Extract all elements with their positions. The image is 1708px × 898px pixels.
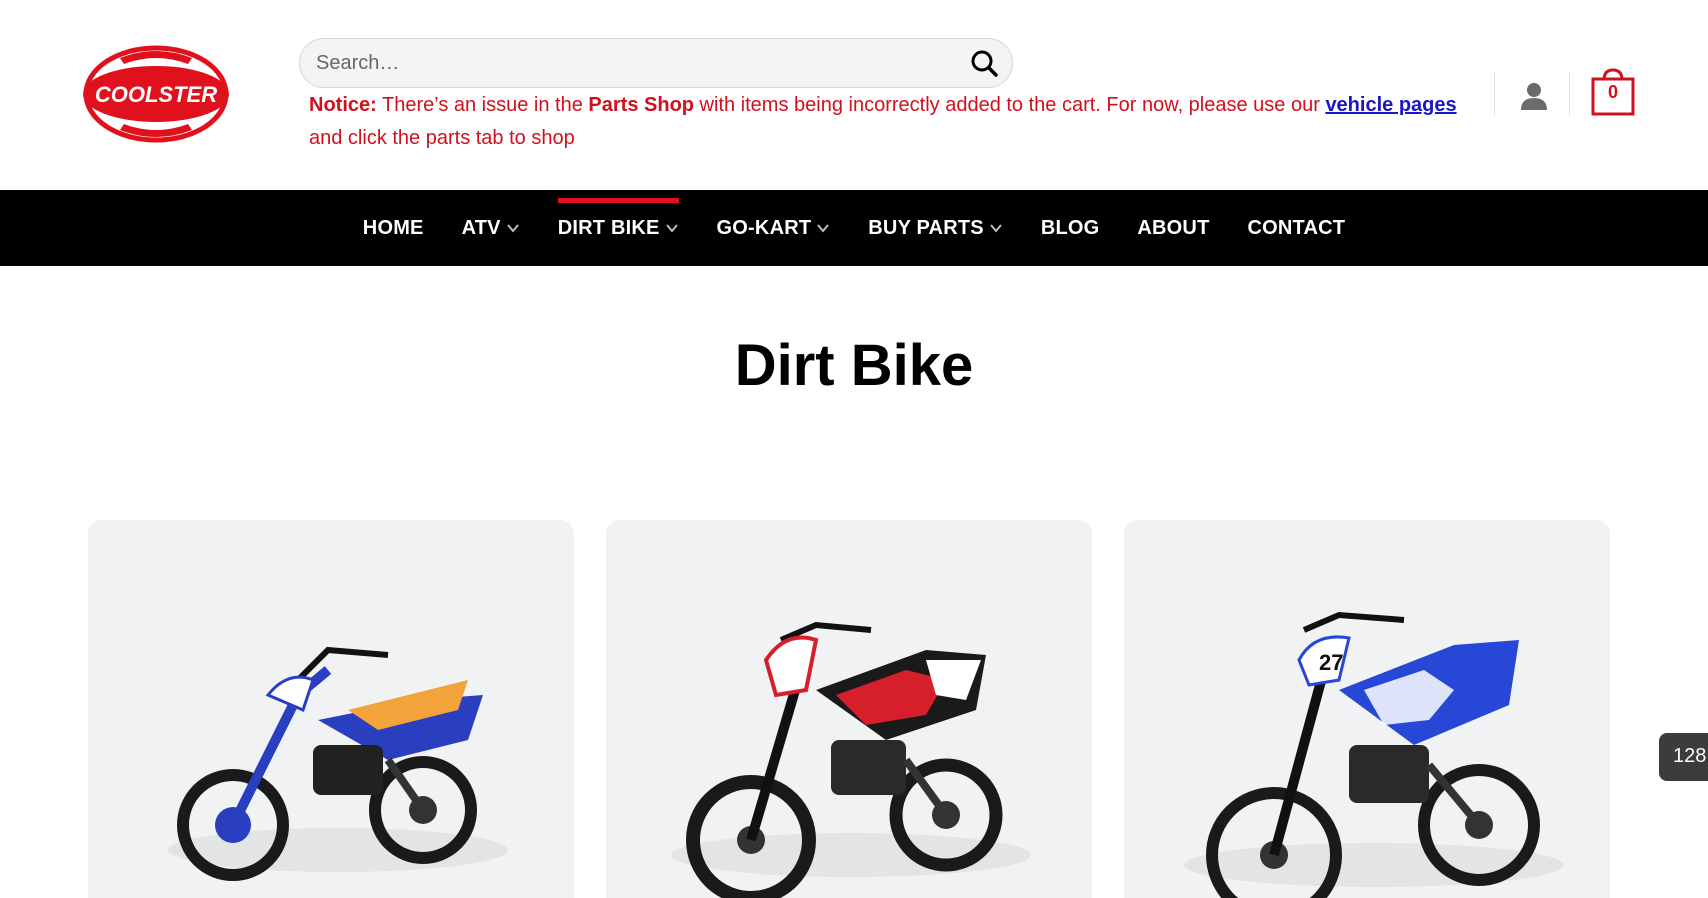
search-icon[interactable] xyxy=(968,47,1000,79)
chevron-down-icon xyxy=(665,224,678,233)
product-grid: 27 xyxy=(88,520,1610,898)
notice-label: Notice: xyxy=(309,94,377,116)
product-card[interactable] xyxy=(88,520,574,898)
coolster-logo[interactable]: COOLSTER xyxy=(80,40,232,148)
svg-text:COOLSTER: COOLSTER xyxy=(95,82,217,107)
nav-item-dirt-bike[interactable]: DIRT BIKE xyxy=(539,190,698,266)
nav-item-label: CONTACT xyxy=(1247,216,1346,239)
nav-item-go-kart[interactable]: GO-KART xyxy=(698,190,850,266)
nav-item-atv[interactable]: ATV xyxy=(443,190,539,266)
search-bar xyxy=(299,38,1013,88)
nav-item-label: BLOG xyxy=(1040,216,1100,239)
nav-item-home[interactable]: HOME xyxy=(344,190,443,266)
cart-button[interactable]: 0 xyxy=(1591,66,1635,116)
nav-item-label: BUY PARTS xyxy=(868,216,984,239)
svg-text:27: 27 xyxy=(1319,650,1343,675)
nav-item-label: DIRT BIKE xyxy=(557,216,660,239)
nav-item-label: HOME xyxy=(362,216,424,239)
chevron-down-icon xyxy=(990,224,1002,233)
side-tab[interactable]: 128 xyxy=(1659,733,1708,781)
notice-text-2: with items being incorrectly added to th… xyxy=(694,94,1326,116)
nav-item-blog[interactable]: BLOG xyxy=(1022,190,1119,266)
main-nav: HOME ATV DIRT BIKE GO-KART BUY PARTS BLO… xyxy=(0,190,1708,266)
user-icon[interactable] xyxy=(1518,80,1550,112)
page-title: Dirt Bike xyxy=(734,333,974,398)
product-card[interactable]: 27 xyxy=(1124,520,1610,898)
nav-item-about[interactable]: ABOUT xyxy=(1118,190,1228,266)
site-header: COOLSTER Notice: There’s an issue in the… xyxy=(0,0,1708,190)
notice-text-3: and click the parts tab to shop xyxy=(309,127,575,149)
nav-list: HOME ATV DIRT BIKE GO-KART BUY PARTS BLO… xyxy=(0,190,1708,266)
header-divider xyxy=(1494,72,1495,116)
vehicle-pages-link[interactable]: vehicle pages xyxy=(1325,94,1456,116)
nav-item-label: GO-KART xyxy=(716,216,812,239)
chevron-down-icon xyxy=(506,224,519,233)
notice-shop-name: Parts Shop xyxy=(588,94,694,116)
header-divider xyxy=(1569,72,1570,116)
notice-text-1: There’s an issue in the xyxy=(376,94,589,116)
product-image xyxy=(168,646,508,881)
nav-item-label: ABOUT xyxy=(1137,216,1210,239)
nav-item-label: ATV xyxy=(461,216,501,239)
search-input[interactable] xyxy=(316,39,936,87)
nav-item-contact[interactable]: CONTACT xyxy=(1229,190,1365,266)
product-image: 27 xyxy=(1184,611,1564,898)
product-card[interactable] xyxy=(606,520,1092,898)
chevron-down-icon xyxy=(817,224,830,233)
cart-count: 0 xyxy=(1607,82,1618,102)
site-notice: Notice: There’s an issue in the Parts Sh… xyxy=(309,89,1489,155)
nav-item-buy-parts[interactable]: BUY PARTS xyxy=(849,190,1022,266)
product-image xyxy=(671,621,1031,898)
